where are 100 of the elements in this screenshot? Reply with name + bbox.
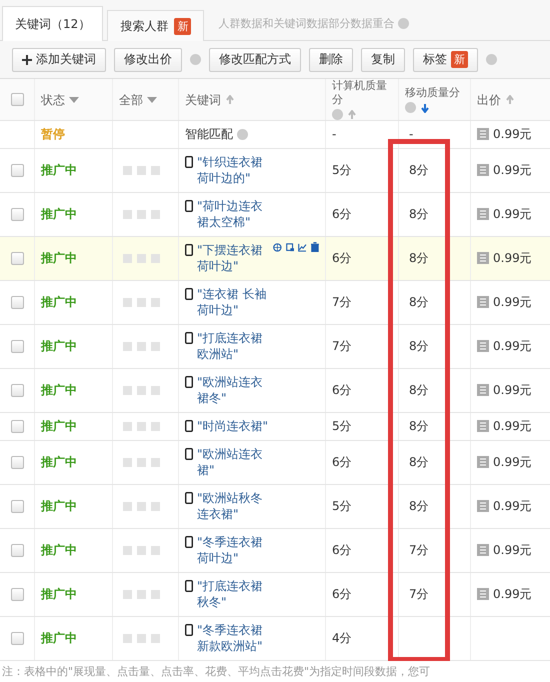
price-icon[interactable] — [477, 340, 489, 352]
mobile-score: 8分 — [409, 338, 429, 354]
phone-icon — [185, 492, 193, 504]
status-text: 推广中 — [41, 454, 77, 470]
keyword-link[interactable]: "针织连衣裙荷叶边的" — [197, 154, 269, 186]
overlap-note: 人群数据和关键词数据部分数据重合 — [218, 16, 394, 30]
toolbar-button[interactable]: 修改出价 — [114, 48, 182, 72]
toolbar-button[interactable]: 标签 新 — [413, 48, 478, 72]
help-icon[interactable] — [190, 54, 201, 65]
column-header: 关键词 — [185, 92, 221, 108]
price-icon[interactable] — [477, 252, 489, 264]
help-icon[interactable] — [486, 54, 497, 65]
row-checkbox[interactable] — [10, 456, 24, 468]
row-checkbox[interactable] — [10, 384, 24, 396]
trash-icon[interactable] — [311, 242, 320, 253]
price-icon[interactable] — [477, 500, 489, 512]
tab[interactable]: 关键词（12） — [2, 6, 104, 41]
mobile-score: 7分 — [409, 542, 429, 558]
phone-icon — [185, 244, 193, 256]
status-text: 推广中 — [41, 630, 77, 646]
plus-icon — [22, 54, 32, 64]
pc-score: 6分 — [332, 542, 352, 558]
row-checkbox[interactable] — [10, 420, 24, 432]
price-icon[interactable] — [477, 588, 489, 600]
help-icon[interactable] — [237, 128, 248, 140]
toolbar-button[interactable]: 修改匹配方式 — [209, 48, 301, 72]
phone-icon — [185, 332, 193, 344]
status-text: 推广中 — [41, 542, 77, 558]
new-badge: 新 — [174, 18, 192, 34]
price-icon[interactable] — [477, 420, 489, 432]
keyword-link[interactable]: "欧洲站连衣裙冬" — [197, 374, 269, 406]
sort-up-icon[interactable] — [225, 94, 235, 104]
sort-up-icon[interactable] — [347, 110, 357, 120]
column-header: 状态 — [41, 92, 65, 108]
status-text: 暂停 — [41, 126, 65, 142]
bid-price: 0.99元 — [493, 126, 532, 142]
keyword-link[interactable]: "打底连衣裙欧洲站" — [197, 330, 269, 362]
phone-icon — [185, 624, 193, 636]
target-icon[interactable] — [273, 242, 282, 253]
price-icon[interactable] — [477, 208, 489, 220]
phone-icon — [185, 448, 193, 460]
row-checkbox[interactable] — [10, 340, 24, 352]
status-text: 推广中 — [41, 206, 77, 222]
row-checkbox[interactable] — [10, 208, 24, 220]
bid-price: 0.99元 — [493, 162, 532, 178]
bid-price: 0.99元 — [493, 206, 532, 222]
row-checkbox[interactable] — [10, 588, 24, 600]
toolbar-button[interactable]: 复制 — [361, 48, 405, 72]
pc-score: - — [332, 126, 336, 142]
tab[interactable]: 搜索人群 新 — [107, 10, 204, 41]
row-checkbox[interactable] — [10, 500, 24, 512]
keyword-link[interactable]: "连衣裙 长袖荷叶边" — [197, 286, 269, 318]
phone-icon — [185, 288, 193, 300]
select-all-checkbox[interactable] — [10, 93, 24, 106]
bid-price: 0.99元 — [493, 250, 532, 266]
keyword-link[interactable]: "欧洲站连衣裙" — [197, 446, 269, 478]
status-text: 推广中 — [41, 498, 77, 514]
chart-icon[interactable] — [298, 242, 308, 253]
row-checkbox[interactable] — [10, 632, 24, 644]
price-icon[interactable] — [477, 384, 489, 396]
row-checkbox[interactable] — [10, 164, 24, 176]
caret-icon[interactable] — [69, 96, 79, 102]
price-icon[interactable] — [477, 296, 489, 308]
status-text: 推广中 — [41, 294, 77, 310]
mobile-score: 8分 — [409, 294, 429, 310]
sort-down-icon[interactable] — [420, 102, 430, 112]
pc-score: 5分 — [332, 498, 352, 514]
keyword-link[interactable]: "下摆连衣裙荷叶边" — [197, 242, 269, 274]
toolbar-button[interactable]: 添加关键词 — [12, 48, 106, 72]
column-header: 计算机质量分 — [332, 79, 388, 107]
toolbar-button[interactable]: 删除 — [309, 48, 353, 72]
help-icon[interactable] — [405, 102, 416, 113]
pc-score: 6分 — [332, 250, 352, 266]
caret-icon[interactable] — [147, 96, 157, 102]
row-checkbox[interactable] — [10, 252, 24, 264]
sort-up-icon[interactable] — [505, 94, 515, 104]
phone-icon — [185, 536, 193, 548]
help-icon[interactable] — [398, 18, 410, 28]
status-text: 推广中 — [41, 162, 77, 178]
column-header: 移动质量分 — [405, 86, 460, 100]
keyword-link[interactable]: "时尚连衣裙" — [197, 418, 269, 434]
pc-score: 5分 — [332, 418, 352, 434]
row-checkbox[interactable] — [10, 296, 24, 308]
row-checkbox[interactable] — [10, 544, 24, 556]
pc-score: 6分 — [332, 382, 352, 398]
price-icon[interactable] — [477, 456, 489, 468]
pc-score: 7分 — [332, 294, 352, 310]
mobile-score: 8分 — [409, 162, 429, 178]
new-badge: 新 — [451, 51, 468, 68]
pc-score: 4分 — [332, 630, 352, 646]
help-icon[interactable] — [332, 109, 343, 120]
keyword-link[interactable]: "冬季连衣裙荷叶边" — [197, 534, 269, 566]
copy-icon[interactable] — [286, 242, 294, 253]
keyword-link[interactable]: "冬季连衣裙新款欧洲站" — [197, 622, 269, 654]
price-icon[interactable] — [477, 128, 489, 140]
price-icon[interactable] — [477, 164, 489, 176]
keyword-link[interactable]: "打底连衣裙秋冬" — [197, 578, 269, 610]
keyword-link[interactable]: "荷叶边连衣裙太空棉" — [197, 198, 269, 230]
price-icon[interactable] — [477, 544, 489, 556]
keyword-link[interactable]: "欧洲站秋冬连衣裙" — [197, 490, 269, 522]
